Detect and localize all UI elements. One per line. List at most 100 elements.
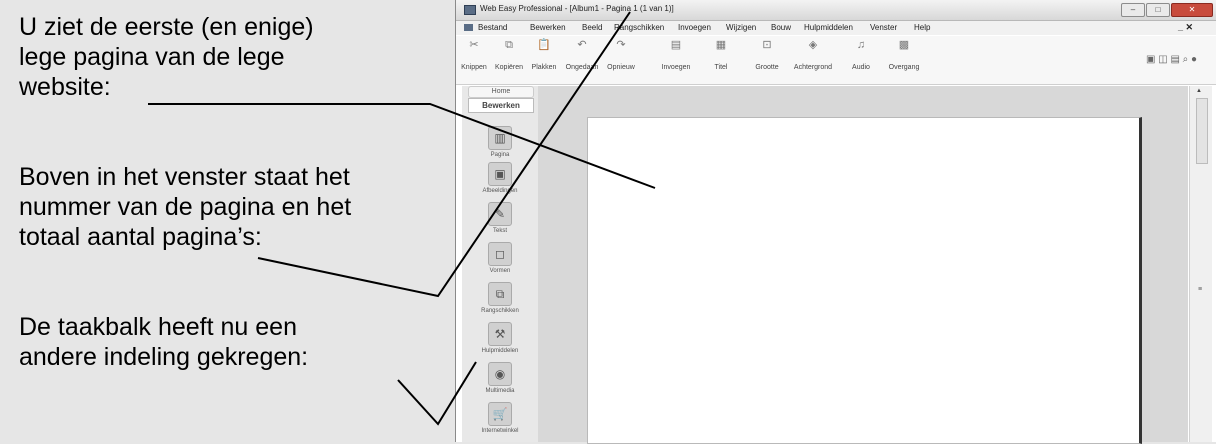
insert-page-icon: ▤ [670,39,682,51]
panel-item-label: Multimedia [485,388,515,394]
menu-bestand[interactable]: Bestand [478,23,507,32]
scroll-up-icon[interactable]: ▲ [1196,88,1202,94]
panel-item-label: Pagina [490,152,510,158]
shapes-icon: ◻ [488,242,512,266]
toolbar: ✂ Knippen ⧉ Kopiëren 📋 Plakken ↶ Ongedaa… [456,36,1216,85]
toolbar-label: Invoegen [661,64,691,71]
maximize-button[interactable]: □ [1146,3,1170,17]
arrange-icon: ⧉ [488,282,512,306]
panel-item-label: Vormen [489,268,511,274]
panel-item-rangschikken[interactable]: ⧉ Rangschikken [462,282,538,314]
scroll-thumb[interactable] [1196,98,1208,164]
background-icon: ◈ [808,39,818,51]
mdi-window-controls[interactable]: _ ✕ [1178,22,1193,33]
copy-icon: ⧉ [505,39,513,51]
toolbar-label: Plakken [531,64,557,71]
menu-bouw[interactable]: Bouw [771,23,791,32]
annotation-line: Boven in het venster staat het [19,163,350,191]
panel-item-label: Afbeeldingen [482,188,518,194]
panel-item-vormen[interactable]: ◻ Vormen [462,242,538,274]
menu-invoegen[interactable]: Invoegen [678,23,711,32]
annotation-line: website: [19,73,111,101]
redo-icon: ↷ [616,39,626,51]
annotation-panel: U ziet de eerste (en enige) lege pagina … [0,0,450,442]
vertical-scrollbar[interactable]: ▲ ≡ [1189,86,1212,442]
application-window: Web Easy Professional - [Album1 - Pagina… [455,0,1216,444]
blank-page[interactable] [587,117,1142,444]
toolbar-label: Audio [852,64,870,71]
image-icon: ▣ [488,162,512,186]
menu-hulpmiddelen[interactable]: Hulpmiddelen [804,23,853,32]
annotation-line: totaal aantal pagina’s: [19,223,262,251]
menu-bewerken[interactable]: Bewerken [530,23,566,32]
annotation-text-page-number: Boven in het venster staat het nummer va… [19,162,351,252]
audio-button[interactable]: ♫ Audio [846,38,876,71]
kopieren-button[interactable]: ⧉ Kopiëren [492,38,526,71]
menu-rangschikken[interactable]: Rangschikken [614,23,664,32]
annotation-line: andere indeling gekregen: [19,343,309,371]
panel-item-label: Internetwinkel [481,428,519,434]
overgang-button[interactable]: ▩ Overgang [884,38,924,71]
title-icon: ▦ [715,39,727,51]
scissors-icon: ✂ [469,39,479,51]
ongedaan-button[interactable]: ↶ Ongedaan [564,38,600,71]
opnieuw-button[interactable]: ↷ Opnieuw [604,38,638,71]
minimize-button[interactable]: – [1121,3,1145,17]
transition-icon: ▩ [898,39,910,51]
home-tab[interactable]: Home [468,86,534,98]
shop-icon: 🛒 [488,402,512,426]
page-icon: ▥ [488,126,512,150]
panel-item-hulpmiddelen[interactable]: ⚒ Hulpmiddelen [462,322,538,354]
window-title: Web Easy Professional - [Album1 - Pagina… [480,4,674,13]
annotation-line: De taakbalk heeft nu een [19,313,297,341]
panel-item-pagina[interactable]: ▥ Pagina [462,126,538,158]
document-menu-icon [464,24,473,31]
annotation-text-first-page: U ziet de eerste (en enige) lege pagina … [19,12,314,102]
menu-venster[interactable]: Venster [870,23,897,32]
multimedia-icon: ◉ [488,362,512,386]
scroll-grip-icon: ≡ [1198,286,1203,293]
tools-icon: ⚒ [488,322,512,346]
annotation-line: nummer van de pagina en het [19,193,352,221]
invoegen-button[interactable]: ▤ Invoegen [658,38,694,71]
achtergrond-button[interactable]: ◈ Achtergrond [788,38,838,71]
toolbar-label: Ongedaan [565,64,599,71]
toolbar-label: Kopiëren [494,64,524,71]
app-icon [464,5,476,15]
task-panel: Home Bewerken ▥ Pagina ▣ Afbeeldingen ✎ … [462,86,539,442]
panel-item-tekst[interactable]: ✎ Tekst [462,202,538,234]
close-button[interactable]: ✕ [1171,3,1213,17]
annotation-line: lege pagina van de lege [19,43,285,71]
plakken-button[interactable]: 📋 Plakken [528,38,560,71]
titel-button[interactable]: ▦ Titel [706,38,736,71]
panel-item-label: Hulpmiddelen [481,348,519,354]
paste-icon: 📋 [537,39,551,51]
toolbar-label: Overgang [888,64,920,71]
toolbar-label: Grootte [755,64,779,71]
panel-item-multimedia[interactable]: ◉ Multimedia [462,362,538,394]
size-icon: ⊡ [762,39,772,51]
title-bar: Web Easy Professional - [Album1 - Pagina… [456,0,1216,21]
panel-item-label: Rangschikken [481,308,519,314]
panel-item-label: Tekst [492,228,507,234]
panel-item-afbeeldingen[interactable]: ▣ Afbeeldingen [462,162,538,194]
menu-wijzigen[interactable]: Wijzigen [726,23,756,32]
annotation-text-taskbar: De taakbalk heeft nu een andere indeling… [19,312,308,372]
toolbar-label: Opnieuw [607,64,635,71]
panel-item-internetwinkel[interactable]: 🛒 Internetwinkel [462,402,538,434]
menu-beeld[interactable]: Beeld [582,23,602,32]
toolbar-label: Knippen [461,64,487,71]
grootte-button[interactable]: ⊡ Grootte [750,38,784,71]
workspace [538,86,1188,444]
toolbar-label: Achtergrond [793,64,833,71]
annotation-line: U ziet de eerste (en enige) [19,13,314,41]
knippen-button[interactable]: ✂ Knippen [458,38,490,71]
text-icon: ✎ [488,202,512,226]
bewerken-tab[interactable]: Bewerken [468,98,534,113]
menu-help[interactable]: Help [914,23,930,32]
undo-icon: ↶ [577,39,587,51]
audio-icon: ♫ [856,39,866,51]
menu-bar: Bestand Bewerken Beeld Rangschikken Invo… [456,21,1216,35]
toolbar-label: Titel [714,64,728,71]
view-icons[interactable]: ▣ ◫ ▤ ⌕ ● [1146,54,1197,65]
